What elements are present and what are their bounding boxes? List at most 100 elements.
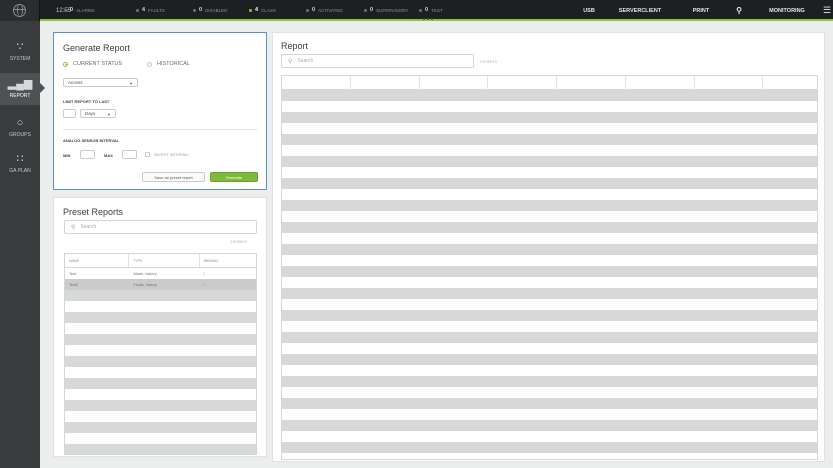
empty-row	[282, 134, 817, 145]
empty-row	[282, 156, 817, 167]
generate-button[interactable]: Generate	[210, 172, 258, 182]
status-dot-icon	[364, 8, 367, 12]
max-input[interactable]	[122, 150, 137, 159]
radio-current-status[interactable]: CURRENT STATUS	[63, 61, 122, 67]
empty-row	[65, 345, 256, 356]
column-header-minmax[interactable]: MIN/MAX	[200, 254, 256, 267]
min-input[interactable]	[80, 150, 95, 159]
grid-icon: ∷	[16, 153, 24, 165]
table-row[interactable]: Test2 Faults, history /	[65, 279, 256, 290]
min-label: MIN	[63, 153, 71, 158]
sidebar-item-ga-plan[interactable]: ∷ GA PLAN	[0, 149, 40, 179]
search-icon: ⚲	[71, 224, 76, 231]
empty-row	[65, 378, 256, 389]
preset-search-input[interactable]: ⚲ Search	[64, 220, 257, 234]
column-header[interactable]	[763, 76, 817, 90]
status-test[interactable]: 0 Test	[419, 7, 443, 13]
empty-row	[282, 266, 817, 277]
print-button[interactable]: PRINT	[676, 0, 726, 21]
column-header[interactable]	[282, 76, 351, 90]
empty-row	[282, 101, 817, 112]
report-table	[281, 75, 818, 460]
column-header[interactable]	[695, 76, 764, 90]
top-bar: 12:55 0Alarms 4Faults 0Disabled 4Class 0…	[0, 0, 833, 21]
empty-row	[65, 301, 256, 312]
status-dot-icon	[193, 8, 196, 12]
empty-row	[65, 334, 256, 345]
empty-row	[282, 365, 817, 376]
sidebar-item-report[interactable]: ▂▄▆ REPORT	[0, 73, 45, 105]
globe-icon	[13, 4, 26, 17]
preset-count: 2 EVENTS	[230, 240, 247, 244]
empty-row	[282, 90, 817, 101]
empty-row	[65, 367, 256, 378]
status-faults[interactable]: 4 Faults	[136, 7, 165, 13]
save-preset-button[interactable]: Save as preset report	[142, 172, 205, 182]
status-dot-icon	[249, 8, 252, 12]
table-header	[282, 76, 817, 90]
server-client-button[interactable]: ServerClient	[608, 0, 672, 21]
empty-row	[65, 312, 256, 323]
table-row[interactable]: Test Alarm, history /	[65, 268, 256, 279]
empty-row	[65, 400, 256, 411]
column-header-name[interactable]: NAME	[65, 254, 130, 267]
report-search-input[interactable]: ⚲ Search	[281, 54, 474, 68]
period-input[interactable]	[63, 109, 76, 118]
sidebar-item-system[interactable]: ∵ SYSTEM	[0, 37, 40, 67]
empty-row	[282, 409, 817, 420]
search-icon: ⚲	[288, 58, 293, 65]
status-dot-icon	[64, 8, 67, 12]
status-alarms[interactable]: 0 Alarms	[64, 7, 95, 13]
empty-row	[282, 189, 817, 200]
analog-label: ANALOG SENSOR INTERVAL	[63, 138, 120, 143]
report-panel: Report ⚲ Search 0 EVENTS	[272, 32, 825, 462]
usb-button[interactable]: USB	[572, 0, 606, 21]
empty-row	[65, 433, 256, 444]
table-empty-rows	[65, 290, 256, 454]
table-header: NAME TYPE MIN/MAX	[65, 254, 256, 268]
empty-row	[282, 420, 817, 431]
status-activated[interactable]: 0 Activated	[306, 7, 343, 13]
report-count: 0 EVENTS	[480, 60, 497, 64]
empty-row	[282, 167, 817, 178]
empty-row	[65, 444, 256, 454]
empty-row	[282, 123, 817, 134]
empty-row	[282, 431, 817, 442]
empty-row	[282, 299, 817, 310]
max-label: MAX	[104, 153, 113, 158]
status-supervisory[interactable]: 0 Supervisory	[364, 7, 408, 13]
status-disabled[interactable]: 0 Disabled	[193, 7, 227, 13]
status-class[interactable]: 4 Class	[249, 7, 276, 13]
empty-row	[65, 411, 256, 422]
status-accent-line	[40, 19, 833, 21]
empty-row	[282, 376, 817, 387]
sidebar: ∵ SYSTEM ▂▄▆ REPORT ○ GROUPS ∷ GA PLAN	[0, 21, 45, 468]
limit-label: LIMIT REPORT TO LAST	[63, 99, 110, 104]
column-header[interactable]	[626, 76, 695, 90]
empty-row	[282, 387, 817, 398]
drag-handle-icon[interactable]	[423, 18, 433, 21]
empty-row	[282, 211, 817, 222]
search-icon[interactable]: ⚲	[732, 0, 746, 21]
sidebar-item-groups[interactable]: ○ GROUPS	[0, 113, 40, 143]
empty-row	[65, 323, 256, 334]
empty-row	[282, 277, 817, 288]
column-header[interactable]	[420, 76, 489, 90]
column-header[interactable]	[488, 76, 557, 90]
column-header[interactable]	[351, 76, 420, 90]
empty-row	[282, 222, 817, 233]
monitoring-button[interactable]: MONITORING	[754, 0, 820, 21]
period-unit-select[interactable]: Days ▼	[80, 109, 116, 118]
report-type-select[interactable]: Access ▼	[63, 78, 138, 87]
empty-row	[282, 321, 817, 332]
status-dot-icon	[136, 8, 139, 12]
empty-row	[282, 310, 817, 321]
column-header-type[interactable]: TYPE	[129, 254, 200, 267]
groups-icon: ○	[16, 117, 24, 129]
invert-interval-checkbox[interactable]: INVERT INTERVAL	[145, 152, 189, 157]
column-header[interactable]	[557, 76, 626, 90]
app-logo[interactable]	[0, 0, 40, 21]
radio-historical[interactable]: HISTORICAL	[147, 61, 190, 67]
menu-icon[interactable]: ☰	[821, 0, 833, 21]
empty-row	[65, 356, 256, 367]
